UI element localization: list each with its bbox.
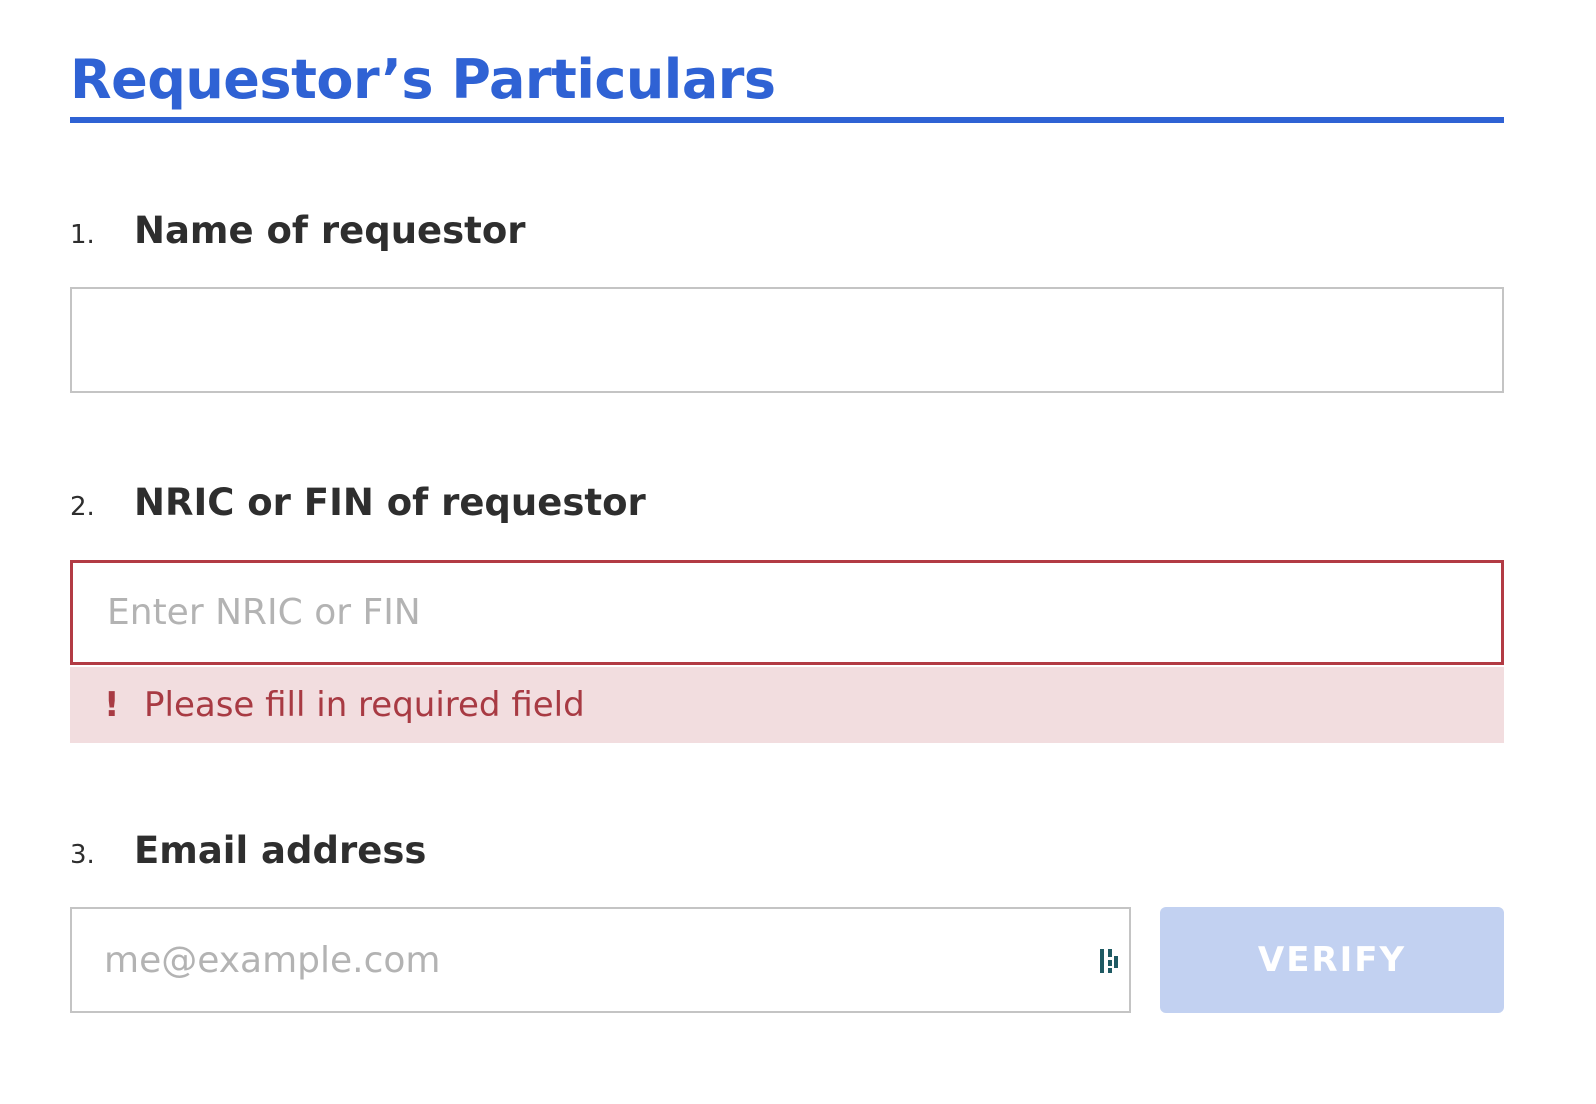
question-2-label: NRIC or FIN of requestor <box>134 481 646 524</box>
password-manager-icon[interactable] <box>1098 947 1122 975</box>
error-exclamation-icon: ! <box>104 685 120 725</box>
question-1-label: Name of requestor <box>134 209 526 252</box>
error-message-text: Please fill in required field <box>144 685 585 725</box>
requestor-particulars-form: Requestor’s Particulars 1. Name of reque… <box>0 0 1596 1104</box>
question-3-number: 3. <box>70 840 95 870</box>
question-3-label: Email address <box>134 829 427 872</box>
question-2-number: 2. <box>70 492 95 522</box>
nric-fin-input[interactable] <box>70 560 1504 665</box>
title-underline <box>70 117 1504 123</box>
question-1-number: 1. <box>70 220 95 250</box>
verify-email-button[interactable]: VERIFY <box>1160 907 1504 1013</box>
section-title: Requestor’s Particulars <box>70 48 776 111</box>
name-of-requestor-input[interactable] <box>70 287 1504 393</box>
error-message-box: ! Please fill in required field <box>70 667 1504 743</box>
email-address-input[interactable] <box>70 907 1131 1013</box>
